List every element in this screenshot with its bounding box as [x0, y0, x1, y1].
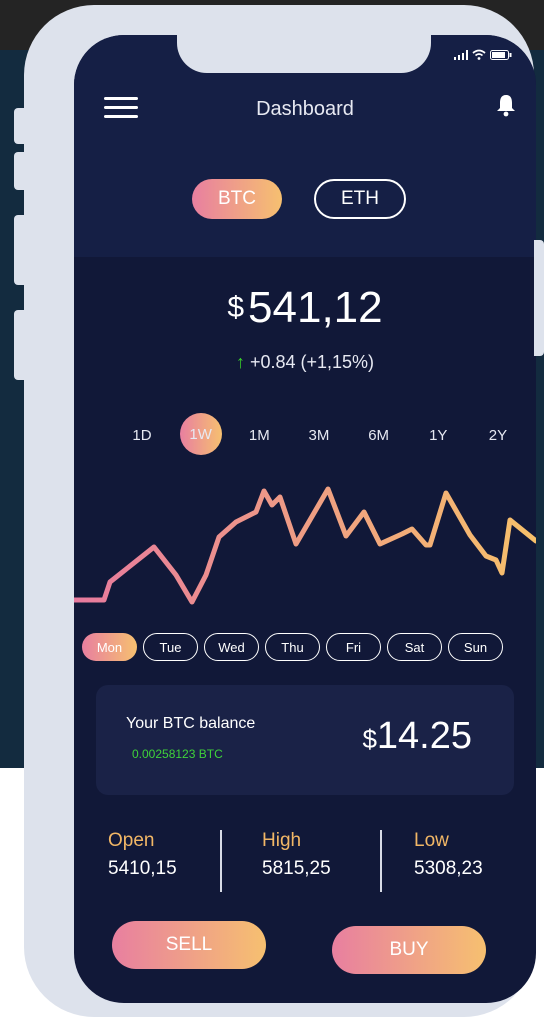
balance-amount: 14.25 — [376, 715, 472, 757]
stat-low: Low 5308,23 — [414, 830, 483, 880]
stat-low-value: 5308,23 — [414, 858, 483, 879]
price-chart — [74, 486, 536, 605]
day-selector: Mon Tue Wed Thu Fri Sat Sun — [82, 633, 532, 661]
range-3m[interactable]: 3M — [297, 413, 341, 457]
range-1w[interactable]: 1W — [179, 413, 222, 455]
sell-button[interactable]: SELL — [112, 921, 266, 969]
stat-open-label: Open — [108, 830, 155, 851]
side-button-right — [534, 240, 544, 356]
price-currency: $ — [227, 291, 245, 324]
coin-tab-eth[interactable]: ETH — [314, 179, 406, 219]
status-bar — [454, 49, 512, 60]
time-range-selector: 1D 1W 1M 3M 6M 1Y 2Y — [120, 413, 520, 457]
balance-usd: $14.25 — [362, 715, 472, 758]
day-wed[interactable]: Wed — [204, 633, 259, 661]
day-sat[interactable]: Sat — [387, 633, 442, 661]
range-6m[interactable]: 6M — [357, 413, 401, 457]
day-tue[interactable]: Tue — [143, 633, 198, 661]
price-change: ↑ +0.84 (+1,15%) — [74, 352, 536, 373]
balance-card: Your BTC balance 0.00258123 BTC $14.25 — [96, 685, 514, 795]
stat-high-label: High — [262, 830, 302, 851]
balance-currency: $ — [362, 724, 377, 754]
coin-tab-btc[interactable]: BTC — [192, 179, 282, 219]
day-fri[interactable]: Fri — [326, 633, 381, 661]
balance-label: Your BTC balance — [126, 715, 256, 732]
buy-button[interactable]: BUY — [332, 926, 486, 974]
price-value: 541,12 — [248, 283, 383, 332]
stat-low-label: Low — [414, 830, 449, 851]
stat-high-value: 5815,25 — [262, 858, 331, 879]
bell-icon[interactable] — [496, 93, 516, 117]
signal-icon — [454, 50, 468, 60]
battery-icon — [490, 50, 512, 60]
range-1d[interactable]: 1D — [120, 413, 164, 457]
range-1y[interactable]: 1Y — [416, 413, 460, 457]
stat-divider — [380, 830, 382, 892]
stat-high: High 5815,25 — [262, 830, 331, 880]
stat-open-value: 5410,15 — [108, 858, 177, 879]
range-2y[interactable]: 2Y — [476, 413, 520, 457]
price-display: $541,12 — [74, 283, 536, 333]
stats-row: Open 5410,15 High 5815,25 Low 5308,23 — [74, 830, 536, 900]
range-1m[interactable]: 1M — [237, 413, 281, 457]
wifi-icon — [472, 49, 486, 60]
day-sun[interactable]: Sun — [448, 633, 503, 661]
balance-btc-amount: 0.00258123 BTC — [132, 747, 223, 761]
price-line — [74, 486, 536, 605]
phone-notch — [177, 35, 431, 73]
day-mon[interactable]: Mon — [82, 633, 137, 661]
app-screen: Dashboard BTC ETH $541,12 ↑ +0.84 (+1,15… — [74, 35, 536, 1003]
day-thu[interactable]: Thu — [265, 633, 320, 661]
stat-open: Open 5410,15 — [108, 830, 177, 880]
arrow-up-icon: ↑ — [235, 352, 245, 372]
stat-divider — [220, 830, 222, 892]
page-title: Dashboard — [256, 98, 354, 120]
phone-frame: Dashboard BTC ETH $541,12 ↑ +0.84 (+1,15… — [24, 5, 536, 1017]
price-change-text: +0.84 (+1,15%) — [249, 352, 375, 372]
